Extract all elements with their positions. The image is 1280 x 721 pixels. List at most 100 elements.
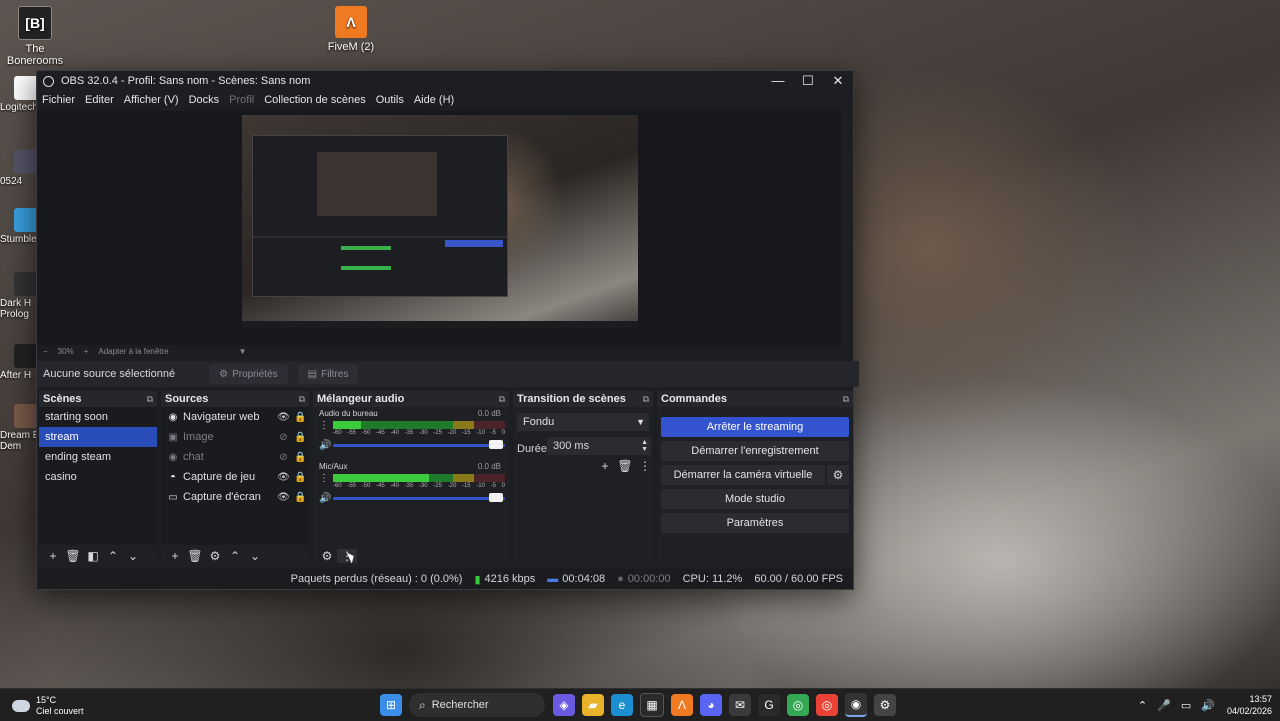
store-icon[interactable]: ▦ bbox=[640, 693, 664, 717]
volume-slider[interactable] bbox=[333, 444, 505, 447]
add-source-button[interactable]: + bbox=[165, 549, 185, 563]
desktop-icon-dark-hours[interactable]: Dark H Prolog bbox=[0, 272, 36, 320]
menu-collection[interactable]: Collection de scènes bbox=[264, 94, 366, 106]
filters-button[interactable]: ▤ Filtres bbox=[297, 364, 359, 384]
hidden-eye-icon[interactable]: ⊘ bbox=[275, 452, 292, 463]
copilot-icon[interactable]: ◈ bbox=[553, 694, 575, 716]
visibility-eye-icon[interactable]: 👁 bbox=[275, 492, 292, 503]
lock-icon[interactable]: 🔒 bbox=[292, 432, 309, 443]
app-icon[interactable]: ✉ bbox=[729, 694, 751, 716]
desktop-icon-after-hours[interactable]: After H bbox=[0, 344, 36, 381]
menu-afficher[interactable]: Afficher (V) bbox=[124, 94, 179, 106]
channel-menu-icon[interactable]: ⋮ bbox=[319, 473, 329, 484]
settings-button[interactable]: Paramètres bbox=[661, 513, 849, 533]
menu-docks[interactable]: Docks bbox=[189, 94, 220, 106]
maximize-button[interactable]: ☐ bbox=[793, 73, 823, 89]
menu-profil[interactable]: Profil bbox=[229, 94, 254, 106]
desktop-icon-stumble[interactable]: Stumble bbox=[0, 208, 36, 245]
scene-item-starting-soon[interactable]: starting soon bbox=[39, 407, 157, 427]
program-preview[interactable] bbox=[242, 115, 638, 329]
minimize-button[interactable]: — bbox=[763, 73, 793, 89]
undock-icon[interactable]: ⧉ bbox=[643, 394, 649, 405]
studio-mode-button[interactable]: Mode studio bbox=[661, 489, 849, 509]
menu-editer[interactable]: Editer bbox=[85, 94, 114, 106]
microphone-icon[interactable]: 🎤 bbox=[1157, 699, 1171, 712]
taskbar-search[interactable]: ⌕ Rechercher bbox=[409, 693, 545, 717]
desktop-icon-0524[interactable]: 0524 bbox=[0, 150, 36, 187]
source-properties-button[interactable]: ⚙ bbox=[205, 549, 225, 563]
hidden-eye-icon[interactable]: ⊘ bbox=[275, 432, 292, 443]
undock-icon[interactable]: ⧉ bbox=[147, 394, 153, 405]
scene-item-casino[interactable]: casino bbox=[39, 467, 157, 487]
visibility-eye-icon[interactable]: 👁 bbox=[275, 412, 292, 423]
desktop-icon-fivem[interactable]: Λ FiveM (2) bbox=[316, 6, 386, 53]
scene-filters-button[interactable]: ◧ bbox=[83, 549, 103, 563]
transition-menu-icon[interactable]: ⋮ bbox=[635, 459, 655, 473]
source-item-navigateur-web[interactable]: ◉ Navigateur web 👁 🔒 bbox=[161, 407, 309, 427]
discord-icon[interactable]: ◕ bbox=[700, 694, 722, 716]
desktop-icon-dream-eater[interactable]: Dream Ea Dem bbox=[0, 404, 36, 452]
scene-item-stream[interactable]: stream bbox=[39, 427, 157, 447]
preview-area[interactable] bbox=[37, 111, 841, 345]
title-bar[interactable]: OBS 32.0.4 - Profil: Sans nom - Scènes: … bbox=[37, 71, 853, 91]
gear-icon[interactable]: ⚙ bbox=[827, 465, 849, 485]
settings-taskbar-icon[interactable]: ⚙ bbox=[874, 694, 896, 716]
visibility-eye-icon[interactable]: 👁 bbox=[275, 472, 292, 483]
move-up-button[interactable]: ⌃ bbox=[103, 549, 123, 563]
windows-start-icon[interactable]: ⊞ bbox=[380, 694, 402, 716]
lock-icon[interactable]: 🔒 bbox=[292, 452, 309, 463]
lock-icon[interactable]: 🔒 bbox=[292, 472, 309, 483]
volume-icon[interactable]: 🔊 bbox=[1201, 699, 1215, 712]
speaker-icon[interactable]: 🔊 bbox=[319, 493, 331, 504]
zoom-dropdown-icon[interactable]: ▼ bbox=[239, 347, 247, 356]
fivem-taskbar-icon[interactable]: Λ bbox=[671, 694, 693, 716]
network-icon[interactable]: ▭ bbox=[1181, 699, 1191, 712]
undock-icon[interactable]: ⧉ bbox=[499, 394, 505, 405]
close-button[interactable]: ✕ bbox=[823, 73, 853, 89]
source-item-capture-de-jeu[interactable]: ◓ Capture de jeu 👁 🔒 bbox=[161, 467, 309, 487]
remove-scene-button[interactable]: 🗑 bbox=[63, 549, 83, 563]
lock-icon[interactable]: 🔒 bbox=[292, 492, 309, 503]
speaker-icon[interactable]: 🔊 bbox=[319, 440, 331, 451]
advanced-audio-icon[interactable]: ⚙ bbox=[317, 549, 337, 563]
zoom-out-button[interactable]: − bbox=[43, 347, 48, 356]
stop-streaming-button[interactable]: Arrêter le streaming bbox=[661, 417, 849, 437]
channel-menu-icon[interactable]: ⋮ bbox=[319, 420, 329, 431]
clock[interactable]: 13:57 04/02/2026 bbox=[1227, 693, 1272, 717]
duration-stepper-icon[interactable]: ▲ ▼ bbox=[641, 439, 648, 453]
desktop-icon-bonerooms[interactable]: [B] The Bonerooms bbox=[0, 6, 70, 67]
edge-icon[interactable]: e bbox=[611, 694, 633, 716]
source-item-image[interactable]: ▣ Image ⊘ 🔒 bbox=[161, 427, 309, 447]
volume-slider-handle[interactable] bbox=[489, 493, 503, 502]
file-explorer-icon[interactable]: ▰ bbox=[582, 694, 604, 716]
menu-aide[interactable]: Aide (H) bbox=[414, 94, 454, 106]
move-down-button[interactable]: ⌄ bbox=[123, 549, 143, 563]
undock-icon[interactable]: ⧉ bbox=[299, 394, 305, 405]
menu-outils[interactable]: Outils bbox=[376, 94, 404, 106]
desktop-icon-logitech[interactable]: Logitech bbox=[0, 76, 36, 113]
remove-source-button[interactable]: 🗑 bbox=[185, 549, 205, 563]
tray-overflow-icon[interactable]: ⌃ bbox=[1138, 699, 1147, 712]
volume-slider[interactable] bbox=[333, 497, 505, 500]
menu-fichier[interactable]: Fichier bbox=[42, 94, 75, 106]
scene-item-ending-steam[interactable]: ending steam bbox=[39, 447, 157, 467]
lock-icon[interactable]: 🔒 bbox=[292, 412, 309, 423]
add-scene-button[interactable]: + bbox=[43, 549, 63, 563]
source-item-capture-ecran[interactable]: ▭ Capture d'écran 👁 🔒 bbox=[161, 487, 309, 507]
chrome-icon[interactable]: ◎ bbox=[787, 694, 809, 716]
move-down-button[interactable]: ⌄ bbox=[245, 549, 265, 563]
source-item-chat[interactable]: ◉ chat ⊘ 🔒 bbox=[161, 447, 309, 467]
chrome-profile-icon[interactable]: ◎ bbox=[816, 694, 838, 716]
start-recording-button[interactable]: Démarrer l'enregistrement bbox=[661, 441, 849, 461]
properties-button[interactable]: ⚙ Propriétés bbox=[209, 364, 288, 384]
add-transition-button[interactable]: + bbox=[595, 459, 615, 473]
volume-slider-handle[interactable] bbox=[489, 440, 503, 449]
zoom-in-button[interactable]: + bbox=[84, 347, 89, 356]
transition-select[interactable]: Fondu ▼ bbox=[517, 413, 649, 431]
remove-transition-button[interactable]: 🗑 bbox=[615, 459, 635, 473]
virtual-camera-button[interactable]: Démarrer la caméra virtuelle bbox=[661, 465, 825, 485]
duration-input[interactable]: 300 ms ▲ ▼ bbox=[547, 437, 651, 455]
logitech-taskbar-icon[interactable]: G bbox=[758, 694, 780, 716]
obs-taskbar-icon[interactable]: ◉ bbox=[845, 693, 867, 717]
weather-widget[interactable]: 15°C Ciel couvert bbox=[12, 695, 84, 717]
